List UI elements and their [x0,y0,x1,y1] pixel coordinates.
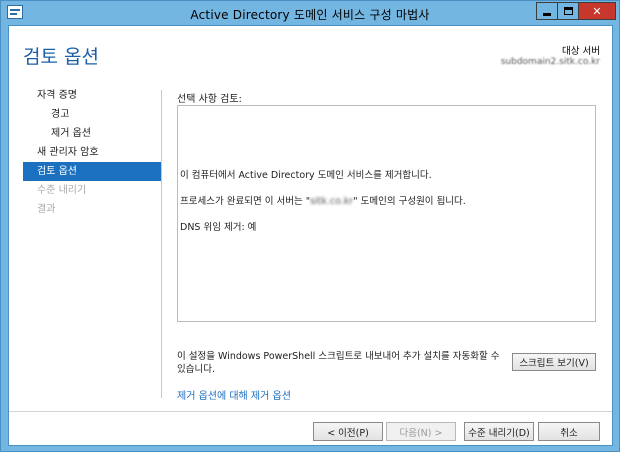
next-button: 다음(N) > [386,422,456,441]
domain-name: sitk.co.kr [310,196,354,207]
nav-item-credentials[interactable]: 자격 증명 [23,86,161,105]
target-server-name: subdomain2.sitk.co.kr [500,57,600,67]
review-line-dns-delegation: DNS 위임 제거: 예 [180,222,257,233]
nav-item-demotion: 수준 내리기 [37,185,87,196]
wizard-window: Active Directory 도메인 서비스 구성 마법사 ✕ 검토 옵션 … [0,0,620,452]
more-about-removal-link[interactable]: 제거 옵션에 대해 제거 옵션 [177,387,291,402]
nav-item-results: 결과 [37,204,56,215]
target-server-label: 대상 서버 [562,46,600,57]
footer-divider [9,411,612,412]
review-line-membership-suffix: " 도메인의 구성원이 됩니다. [353,196,466,207]
title-bar[interactable]: Active Directory 도메인 서비스 구성 마법사 ✕ [1,1,619,25]
page-title: 검토 옵션 [23,46,99,68]
review-line-membership-prefix: 프로세스가 완료되면 이 서버는 " [180,196,311,207]
view-script-button[interactable]: 스크립트 보기(V) [512,353,596,371]
cancel-button[interactable]: 취소 [538,422,600,441]
window-title: Active Directory 도메인 서비스 구성 마법사 [190,8,430,22]
page-header: 검토 옵션 대상 서버 subdomain2.sitk.co.kr [9,26,612,86]
review-textbox[interactable]: 이 컴퓨터에서 Active Directory 도메인 서비스를 제거합니다.… [177,105,596,322]
nav-divider [161,90,162,398]
nav-item-warnings[interactable]: 경고 [23,105,161,124]
nav-item-removal-options[interactable]: 제거 옵션 [23,124,161,143]
previous-button[interactable]: < 이전(P) [313,422,383,441]
export-note: 이 설정을 Windows PowerShell 스크립트로 내보내어 추가 설… [177,351,500,375]
review-section-label: 선택 사항 검토: [177,94,242,105]
wizard-body: 검토 옵션 대상 서버 subdomain2.sitk.co.kr 자격 증명 … [8,25,613,446]
nav-item-new-admin-password[interactable]: 새 관리자 암호 [23,143,161,162]
review-line-remove-adds: 이 컴퓨터에서 Active Directory 도메인 서비스를 제거합니다. [180,170,432,181]
demote-button[interactable]: 수준 내리기(D) [464,422,534,441]
close-button[interactable]: ✕ [578,2,616,20]
minimize-icon [543,12,551,16]
close-icon: ✕ [592,4,602,18]
maximize-icon [563,7,573,15]
nav-item-review-options[interactable]: 검토 옵션 [23,162,161,181]
minimize-button[interactable] [536,2,558,20]
maximize-button[interactable] [557,2,579,20]
wizard-nav: 자격 증명 경고 제거 옵션 새 관리자 암호 검토 옵션 수준 내리기 결과 [23,86,161,219]
review-line-membership: 프로세스가 완료되면 이 서버는 "sitk.co.kr" 도메인의 구성원이 … [180,193,466,207]
